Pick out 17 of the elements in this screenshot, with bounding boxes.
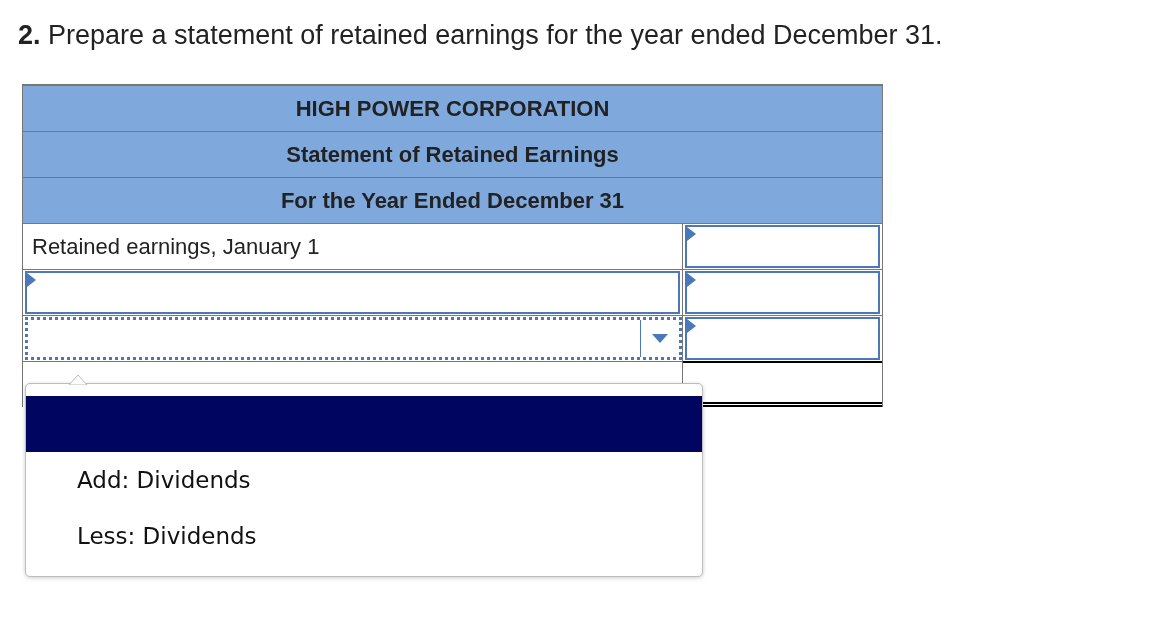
text-field[interactable] (25, 271, 681, 314)
dropdown-option[interactable]: Add: Dividends (26, 452, 702, 508)
caret-icon (652, 334, 669, 343)
statement-header: Statement of Retained Earnings (22, 131, 883, 177)
amount-field[interactable] (685, 317, 880, 360)
dropdown-field[interactable] (25, 317, 683, 360)
question-text: 2. Prepare a statement of retained earnings for the year ended December 31. (17, 19, 944, 52)
flag-icon (27, 273, 36, 287)
dropdown-option[interactable]: Less: Dividends (26, 508, 702, 564)
statement-header: HIGH POWER CORPORATION (22, 84, 883, 131)
flag-icon (687, 227, 697, 241)
flag-icon (687, 319, 697, 333)
statement-header: For the Year Ended December 31 (22, 177, 883, 223)
amount-field[interactable] (685, 225, 880, 268)
row-label: Retained earnings, January 1 (31, 233, 321, 261)
flag-icon (687, 273, 697, 287)
amount-field[interactable] (685, 271, 880, 314)
